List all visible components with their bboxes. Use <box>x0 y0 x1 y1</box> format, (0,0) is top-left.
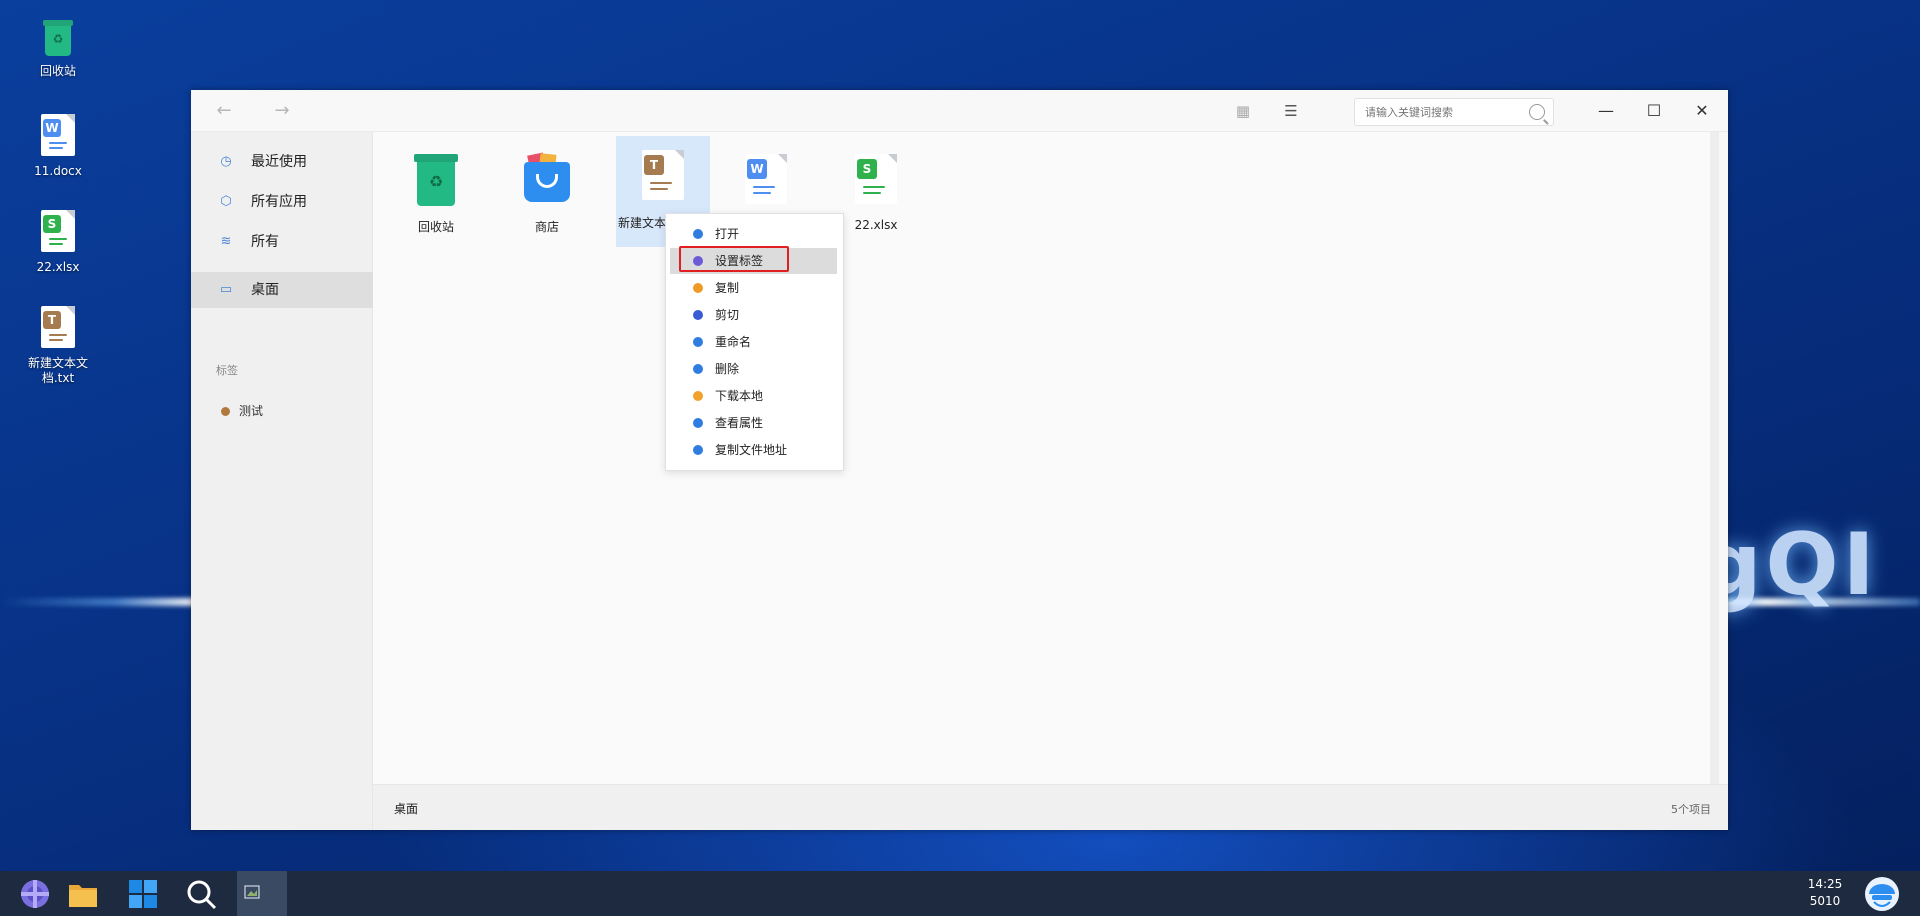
search-icon[interactable] <box>184 877 218 911</box>
highlight-box <box>679 246 789 272</box>
desktop-icon-label: 回收站 <box>39 64 76 78</box>
layers-icon: ≋ <box>220 234 232 249</box>
file-label: 回收站 <box>417 220 454 234</box>
store-bag-icon <box>524 152 570 204</box>
menu-item-rename[interactable]: 重命名 <box>670 329 837 355</box>
menu-item-label: 查看属性 <box>715 416 764 430</box>
close-icon[interactable]: ✕ <box>1687 96 1717 126</box>
file-item-store[interactable]: 商店 <box>500 144 594 254</box>
menu-item-download[interactable]: 下载本地 <box>670 383 837 409</box>
sidebar-item-label: 桌面 <box>251 282 279 298</box>
download-icon <box>693 391 703 401</box>
status-location: 桌面 <box>394 802 419 816</box>
clock-time: 14:25 <box>1807 877 1843 891</box>
taskbar: 14:25 5010 <box>0 871 1920 916</box>
file-manager-window: ← → ▦ ☰ — ☐ ✕ ◷最近使用 ⬡所有应用 ≋所有 ▭桌面 标签 测试 … <box>191 90 1728 830</box>
desktop-icon-xlsx[interactable]: S 22.xlsx <box>14 210 102 275</box>
desktop-icon-docx[interactable]: W 11.docx <box>14 114 102 179</box>
broken-image-icon[interactable] <box>237 871 287 916</box>
minimize-icon[interactable]: — <box>1591 96 1621 126</box>
search-box[interactable] <box>1354 98 1554 126</box>
file-grid: ♻ 回收站 商店 T 新建文本 W S 22.xlsx <box>373 132 1719 784</box>
tag-color-dot <box>221 407 230 416</box>
xlsx-file-icon: S <box>855 154 897 204</box>
sidebar-item-all[interactable]: ≋ 所有 <box>191 224 373 260</box>
sidebar-item-desktop[interactable]: ▭ 桌面 <box>191 272 373 308</box>
sidebar-item-label: 最近使用 <box>251 154 307 170</box>
txt-file-icon: T <box>642 150 684 200</box>
grid-view-icon[interactable]: ▦ <box>1230 98 1256 124</box>
recycle-bin-icon: ♻ <box>414 154 458 206</box>
sidebar-item-label: 所有应用 <box>251 194 307 210</box>
menu-item-delete[interactable]: 删除 <box>670 356 837 382</box>
menu-item-copy-path[interactable]: 复制文件地址 <box>670 437 837 463</box>
tag-label: 测试 <box>239 404 264 418</box>
app-store-icon[interactable] <box>126 877 160 911</box>
arrow-left-icon[interactable]: ← <box>211 98 237 124</box>
desktop-icon-label: 11.docx <box>34 164 82 178</box>
xlsx-file-icon: S <box>41 210 75 252</box>
cube-icon: ⬡ <box>220 194 232 209</box>
clock-icon: ◷ <box>220 154 232 169</box>
edit-icon <box>693 337 703 347</box>
sidebar-item-label: 所有 <box>251 234 279 250</box>
sidebar: ◷ 最近使用 ⬡ 所有应用 ≋ 所有 ▭ 桌面 标签 测试 <box>191 132 373 830</box>
menu-item-label: 下载本地 <box>715 389 764 403</box>
sidebar-item-recent[interactable]: ◷ 最近使用 <box>191 144 373 180</box>
file-label: 商店 <box>534 220 559 234</box>
search-input[interactable] <box>1355 99 1515 125</box>
info-icon <box>693 418 703 428</box>
menu-item-label: 打开 <box>715 227 740 241</box>
open-icon <box>693 229 703 239</box>
recycle-bin-icon: ♻ <box>43 20 73 56</box>
menu-item-cut[interactable]: 剪切 <box>670 302 837 328</box>
sidebar-item-all-apps[interactable]: ⬡ 所有应用 <box>191 184 373 220</box>
menu-item-open[interactable]: 打开 <box>670 221 837 247</box>
desktop-icon-recycle-bin[interactable]: ♻ 回收站 <box>14 20 102 79</box>
desktop-icon-label: 新建文本文档.txt <box>27 356 88 385</box>
menu-item-label: 重命名 <box>715 335 752 349</box>
monitor-icon: ▭ <box>219 282 233 297</box>
assistant-icon[interactable] <box>1864 876 1899 911</box>
arrow-right-icon[interactable]: → <box>269 98 295 124</box>
docx-file-icon: W <box>41 114 75 156</box>
status-count: 5个项目 <box>1671 803 1711 816</box>
menu-item-properties[interactable]: 查看属性 <box>670 410 837 436</box>
delete-icon <box>693 364 703 374</box>
tags-heading: 标签 <box>216 364 238 377</box>
tag-item[interactable]: 测试 <box>221 404 263 418</box>
maximize-icon[interactable]: ☐ <box>1639 96 1669 126</box>
docx-file-icon: W <box>745 154 787 204</box>
txt-file-icon: T <box>41 306 75 348</box>
window-titlebar: ← → ▦ ☰ — ☐ ✕ <box>191 90 1728 132</box>
list-view-icon[interactable]: ☰ <box>1278 98 1304 124</box>
file-item-recycle-bin[interactable]: ♻ 回收站 <box>389 144 483 254</box>
clock[interactable]: 14:25 5010 <box>1798 876 1852 910</box>
menu-item-label: 删除 <box>715 362 740 376</box>
file-manager-icon[interactable] <box>66 877 100 911</box>
menu-item-copy[interactable]: 复制 <box>670 275 837 301</box>
copy-icon <box>693 283 703 293</box>
menu-item-label: 复制 <box>715 281 740 295</box>
menu-item-label: 剪切 <box>715 308 740 322</box>
link-icon <box>693 445 703 455</box>
clock-date: 5010 <box>1809 894 1841 908</box>
search-icon[interactable] <box>1529 104 1545 120</box>
status-bar: 桌面 5个项目 <box>373 784 1728 830</box>
desktop-icon-txt[interactable]: T 新建文本文档.txt <box>14 306 102 386</box>
launcher-icon[interactable] <box>18 877 52 911</box>
scrollbar[interactable] <box>1710 132 1719 784</box>
menu-item-label: 复制文件地址 <box>715 443 788 457</box>
scissors-icon <box>693 310 703 320</box>
desktop-icon-label: 22.xlsx <box>36 260 80 274</box>
